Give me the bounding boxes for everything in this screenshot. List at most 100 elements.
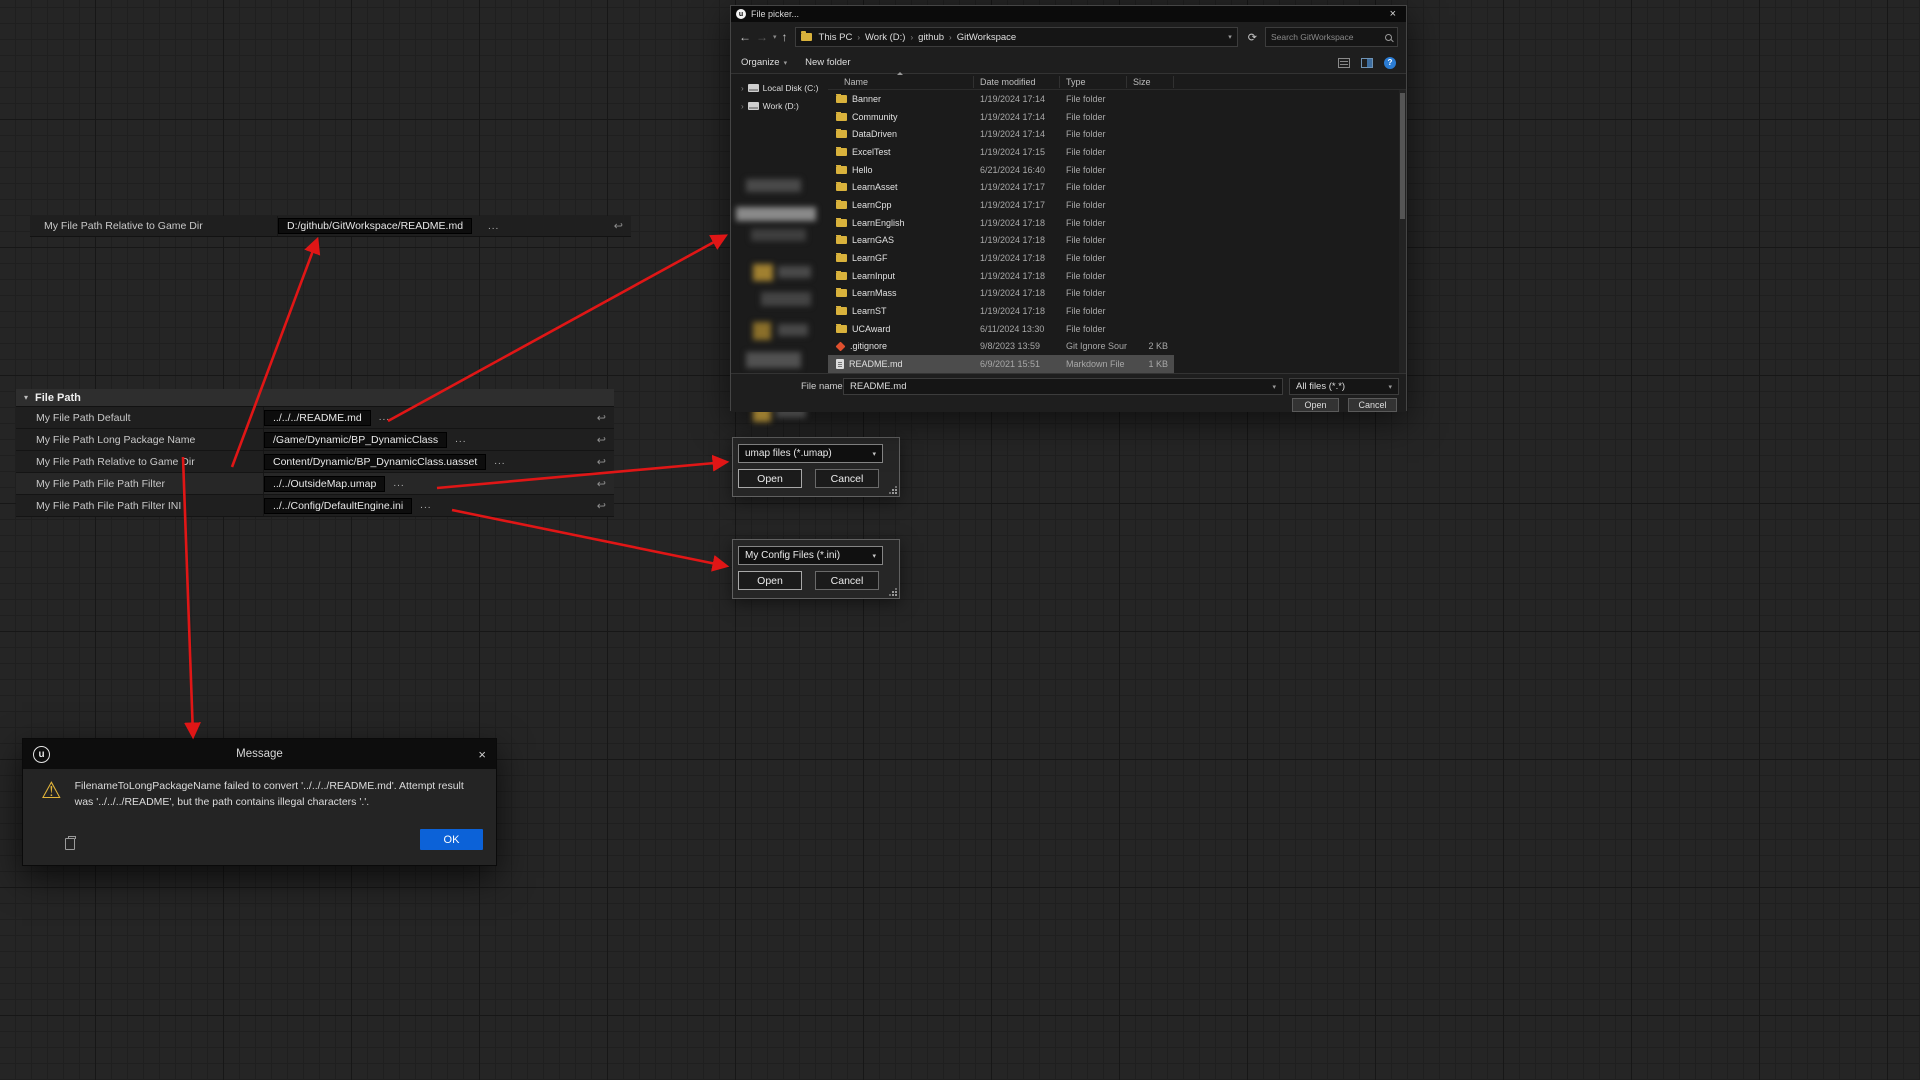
property-value-input[interactable]: ../../../README.md [264, 410, 371, 426]
breadcrumb-segment[interactable]: github [916, 32, 946, 43]
resize-grip[interactable] [889, 486, 897, 494]
browse-button[interactable]: ... [488, 221, 499, 232]
sidebar-item-label: Local Disk (C:) [763, 83, 819, 93]
file-picker-titlebar[interactable]: u File picker... × [731, 6, 1406, 22]
file-name: Banner [852, 94, 881, 104]
file-type-filter-dropdown[interactable]: My Config Files (*.ini) ▾ [738, 546, 883, 565]
close-icon[interactable]: × [478, 747, 486, 762]
property-value-input[interactable]: ../../OutsideMap.umap [264, 476, 385, 492]
folder-icon [836, 325, 847, 333]
browse-button[interactable]: ... [494, 456, 505, 467]
file-row[interactable]: LearnGF1/19/2024 17:18File folder [828, 249, 1399, 267]
file-type-filter-dropdown[interactable]: umap files (*.umap) ▾ [738, 444, 883, 463]
file-row[interactable]: LearnInput1/19/2024 17:18File folder [828, 267, 1399, 285]
breadcrumb-segment[interactable]: GitWorkspace [955, 32, 1018, 43]
resize-grip[interactable] [889, 588, 897, 596]
file-row[interactable]: LearnCpp1/19/2024 17:17File folder [828, 196, 1399, 214]
file-row[interactable]: Community1/19/2024 17:14File folder [828, 108, 1399, 126]
message-text: FilenameToLongPackageName failed to conv… [75, 779, 471, 811]
file-row[interactable]: LearnAsset1/19/2024 17:17File folder [828, 178, 1399, 196]
file-row[interactable]: DataDriven1/19/2024 17:14File folder [828, 125, 1399, 143]
property-value-input[interactable]: Content/Dynamic/BP_DynamicClass.uasset [264, 454, 486, 470]
address-dropdown-icon[interactable]: ▾ [1228, 33, 1232, 41]
scrollbar[interactable] [1399, 90, 1406, 373]
file-name: LearnST [852, 306, 887, 316]
file-row[interactable]: Hello6/21/2024 16:40File folder [828, 161, 1399, 179]
breadcrumb-segment[interactable]: This PC [817, 32, 855, 43]
up-button[interactable]: ↑ [782, 31, 788, 43]
property-label: My File Path Relative to Game Dir [44, 220, 203, 232]
file-name-combobox[interactable]: README.md ▾ [843, 378, 1283, 395]
file-row[interactable]: LearnST1/19/2024 17:18File folder [828, 302, 1399, 320]
expand-chevron-icon[interactable]: › [741, 84, 744, 93]
back-button[interactable]: ← [739, 31, 751, 43]
column-header-type[interactable]: Type [1060, 76, 1127, 88]
address-bar[interactable]: This PC›Work (D:)›github›GitWorkspace ▾ [795, 27, 1238, 47]
property-value-input[interactable]: ../../Config/DefaultEngine.ini [264, 498, 412, 514]
file-row[interactable]: Banner1/19/2024 17:14File folder [828, 90, 1399, 108]
cancel-button[interactable]: Cancel [815, 571, 879, 590]
reset-to-default-icon[interactable]: ↩ [597, 477, 606, 490]
open-button[interactable]: Open [738, 469, 802, 488]
category-header-file-path[interactable]: ▾ File Path [16, 389, 614, 407]
reset-to-default-icon[interactable]: ↩ [597, 455, 606, 468]
reset-to-default-icon[interactable]: ↩ [597, 499, 606, 512]
chevron-down-icon[interactable]: ▾ [872, 450, 876, 458]
column-header-name[interactable]: Name [828, 76, 974, 88]
file-row[interactable]: .gitignore9/8/2023 13:59Git Ignore Sourc… [828, 338, 1399, 356]
cancel-button[interactable]: Cancel [815, 469, 879, 488]
reset-to-default-icon[interactable]: ↩ [597, 411, 606, 424]
file-date-modified: 6/21/2024 16:40 [974, 165, 1060, 175]
property-value-input[interactable]: D:/github/GitWorkspace/README.md [278, 218, 472, 234]
sidebar-item-work-d[interactable]: › Work (D:) [731, 97, 828, 115]
search-input[interactable] [1271, 32, 1382, 42]
chevron-down-icon[interactable]: ▾ [872, 552, 876, 560]
expand-chevron-icon[interactable]: › [741, 102, 744, 111]
property-row: My File Path File Path Filter../../Outsi… [16, 473, 614, 495]
chevron-down-icon[interactable]: ▾ [1388, 383, 1392, 391]
property-value-input[interactable]: /Game/Dynamic/BP_DynamicClass [264, 432, 447, 448]
reset-to-default-icon[interactable]: ↩ [597, 433, 606, 446]
browse-button[interactable]: ... [379, 412, 390, 423]
file-row[interactable]: LearnEnglish1/19/2024 17:18File folder [828, 214, 1399, 232]
file-row[interactable]: UCAward6/11/2024 13:30File folder [828, 320, 1399, 338]
chevron-down-icon: ▾ [784, 59, 788, 67]
browse-button[interactable]: ... [455, 434, 466, 445]
ok-button[interactable]: OK [420, 829, 483, 850]
column-header-date-modified[interactable]: Date modified [974, 76, 1060, 88]
breadcrumb-segment[interactable]: Work (D:) [863, 32, 907, 43]
sidebar-item-local-disk-c[interactable]: › Local Disk (C:) [731, 79, 828, 97]
file-row[interactable]: README.md6/9/2021 15:51Markdown File1 KB [828, 355, 1399, 373]
history-dropdown-icon[interactable]: ▾ [773, 33, 777, 41]
browse-button[interactable]: ... [420, 500, 431, 511]
new-folder-button[interactable]: New folder [805, 57, 850, 68]
open-button[interactable]: Open [738, 571, 802, 590]
open-button[interactable]: Open [1292, 398, 1339, 412]
cancel-button[interactable]: Cancel [1348, 398, 1397, 412]
file-type-combobox[interactable]: All files (*.*) ▾ [1289, 378, 1399, 395]
browse-button[interactable]: ... [393, 478, 404, 489]
forward-button[interactable]: → [756, 31, 768, 43]
column-header-size[interactable]: Size [1127, 76, 1174, 88]
copy-to-clipboard-icon[interactable] [65, 838, 75, 850]
file-size: 1 KB [1127, 359, 1174, 369]
chevron-down-icon[interactable]: ▾ [1272, 383, 1276, 391]
umap-filter-dialog: umap files (*.umap) ▾ Open Cancel [732, 437, 900, 497]
scrollbar-thumb[interactable] [1400, 93, 1405, 219]
file-row[interactable]: LearnGAS1/19/2024 17:18File folder [828, 232, 1399, 250]
search-box[interactable] [1265, 27, 1398, 47]
column-headers: Name Date modified Type Size [828, 74, 1406, 90]
folder-icon [836, 272, 847, 280]
preview-pane-icon[interactable] [1361, 58, 1373, 68]
collapse-triangle-icon[interactable]: ▾ [24, 393, 28, 402]
organize-menu[interactable]: Organize ▾ [741, 57, 787, 68]
refresh-button[interactable]: ⟳ [1245, 31, 1260, 44]
close-icon[interactable]: × [1385, 8, 1401, 20]
warning-icon: ⚠ [41, 779, 62, 802]
reset-to-default-icon[interactable]: ↩ [614, 220, 623, 233]
message-titlebar[interactable]: u Message × [23, 739, 496, 769]
file-row[interactable]: LearnMass1/19/2024 17:18File folder [828, 285, 1399, 303]
change-view-icon[interactable] [1338, 58, 1350, 68]
file-row[interactable]: ExcelTest1/19/2024 17:15File folder [828, 143, 1399, 161]
help-icon[interactable]: ? [1384, 57, 1396, 69]
